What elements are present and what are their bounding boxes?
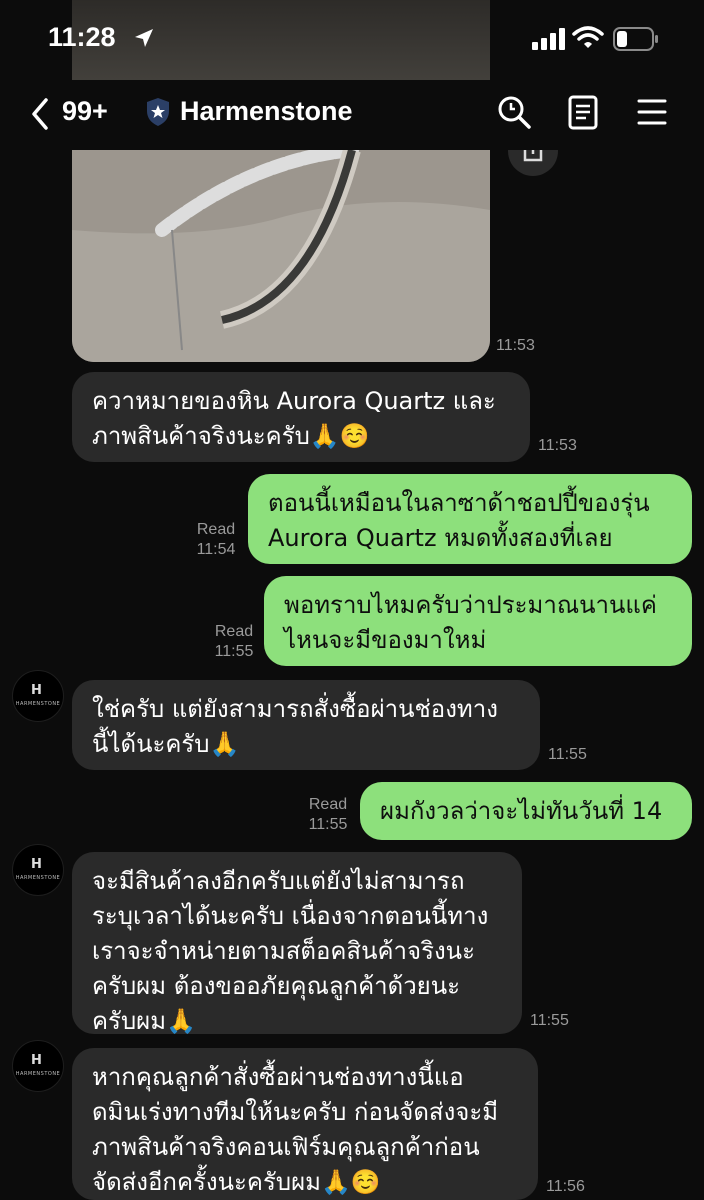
message-bubble-incoming[interactable]: ควาหมายของหิน Aurora Quartz และ ภาพสินค้… (72, 372, 530, 462)
chat-area[interactable]: 11:53 ควาหมายของหิน Aurora Quartz และ ภา… (0, 0, 704, 1200)
message-text: จัดส่งอีกครั้งนะครับผม (92, 1168, 321, 1196)
location-arrow-icon (135, 29, 153, 47)
message-text: ภาพสินค้าจริงคอนเฟิร์มคุณลูกค้าก่อน (92, 1133, 480, 1161)
message-bubble-incoming[interactable]: ใช่ครับ แต่ยังสามารถสั่งซื้อผ่านช่องทาง … (72, 680, 540, 770)
emoji: 🙏☺️ (320, 1168, 381, 1196)
message-time: 11:55 (548, 746, 587, 763)
message-text: ดมินเร่งทางทีมให้นะครับ ก่อนจัดส่งจะมี (92, 1098, 499, 1126)
bracelet-photo (72, 150, 490, 362)
status-time: 11:28 (48, 22, 116, 52)
status-bar: 11:28 (0, 0, 704, 80)
avatar-wordmark: HARMENSTONE (15, 701, 61, 707)
avatar-logo: H (31, 683, 42, 698)
message-bubble-outgoing[interactable]: พอทราบไหมครับว่าประมาณนานแค่ ไหนจะมีของม… (264, 576, 692, 666)
read-receipt: Read (214, 623, 254, 640)
message-text: ตอนนี้เหมือนในลาซาด้าชอปปี้ของรุ่น (268, 489, 650, 517)
message-text: ระบุเวลาได้นะครับ เนื่องจากตอนนี้ทาง (92, 902, 489, 930)
message-bubble-incoming[interactable]: จะมีสินค้าลงอีกครับแต่ยังไม่สามารถ ระบุเ… (72, 852, 522, 1035)
avatar-wordmark: HARMENSTONE (15, 875, 61, 881)
message-text: ไหนจะมีของมาใหม่ (284, 626, 487, 654)
notes-icon[interactable] (566, 94, 600, 130)
chat-header: 99+ Harmenstone (0, 80, 704, 150)
avatar-logo: H (31, 857, 42, 872)
avatar[interactable]: H HARMENSTONE (12, 670, 64, 722)
cellular-signal-icon (532, 28, 565, 50)
message-text: ผมกังวลว่าจะไม่ทันวันที่ 14 (380, 797, 663, 825)
message-time: 11:56 (546, 1178, 585, 1195)
message-text: ครับผม ต้องขออภัยคุณลูกค้าด้วยนะ (92, 972, 461, 1000)
emoji: 🙏 (166, 1007, 196, 1035)
emoji: 🙏☺️ (309, 422, 370, 450)
chat-title[interactable]: Harmenstone (180, 96, 353, 127)
message-text: หากคุณลูกค้าสั่งซื้อผ่านช่องทางนี้แอ (92, 1063, 464, 1091)
avatar-wordmark: HARMENSTONE (15, 1071, 61, 1077)
message-text: เราจะจำหน่ายตามสต็อคสินค้าจริงนะ (92, 937, 475, 965)
message-time: 11:55 (308, 816, 348, 833)
wifi-icon (572, 26, 604, 48)
message-time: 11:53 (496, 337, 535, 354)
avatar[interactable]: H HARMENSTONE (12, 1040, 64, 1092)
avatar[interactable]: H HARMENSTONE (12, 844, 64, 896)
search-icon[interactable] (496, 94, 532, 130)
message-time: 11:55 (214, 643, 254, 660)
message-text: พอทราบไหมครับว่าประมาณนานแค่ (284, 591, 657, 619)
message-text: นี้ได้นะครับ (92, 730, 210, 758)
menu-icon[interactable] (636, 94, 668, 130)
message-text: Aurora Quartz หมดทั้งสองที่เลย (268, 524, 613, 552)
avatar-logo: H (31, 1053, 42, 1068)
message-text: ควาหมายของหิน Aurora Quartz และ (92, 387, 496, 415)
emoji: 🙏 (209, 730, 240, 758)
verified-shield-icon (147, 98, 169, 126)
message-text: จะมีสินค้าลงอีกครับแต่ยังไม่สามารถ (92, 867, 465, 895)
back-chevron-icon[interactable] (28, 96, 52, 132)
message-text: ภาพสินค้าจริงนะครับ (92, 422, 310, 450)
message-text: ครับผม (92, 1007, 167, 1035)
photo-message[interactable] (72, 150, 490, 362)
battery-icon (613, 27, 658, 51)
message-time: 11:53 (538, 437, 577, 454)
message-bubble-incoming[interactable]: หากคุณลูกค้าสั่งซื้อผ่านช่องทางนี้แอ ดมิ… (72, 1048, 538, 1200)
message-time: 11:54 (196, 541, 236, 558)
message-bubble-outgoing[interactable]: ตอนนี้เหมือนในลาซาด้าชอปปี้ของรุ่น Auror… (248, 474, 692, 564)
message-bubble-outgoing[interactable]: ผมกังวลว่าจะไม่ทันวันที่ 14 (360, 782, 692, 840)
message-text: ใช่ครับ แต่ยังสามารถสั่งซื้อผ่านช่องทาง (92, 695, 498, 723)
unread-count[interactable]: 99+ (62, 96, 108, 127)
message-time: 11:55 (530, 1012, 569, 1029)
read-receipt: Read (308, 796, 348, 813)
read-receipt: Read (196, 521, 236, 538)
